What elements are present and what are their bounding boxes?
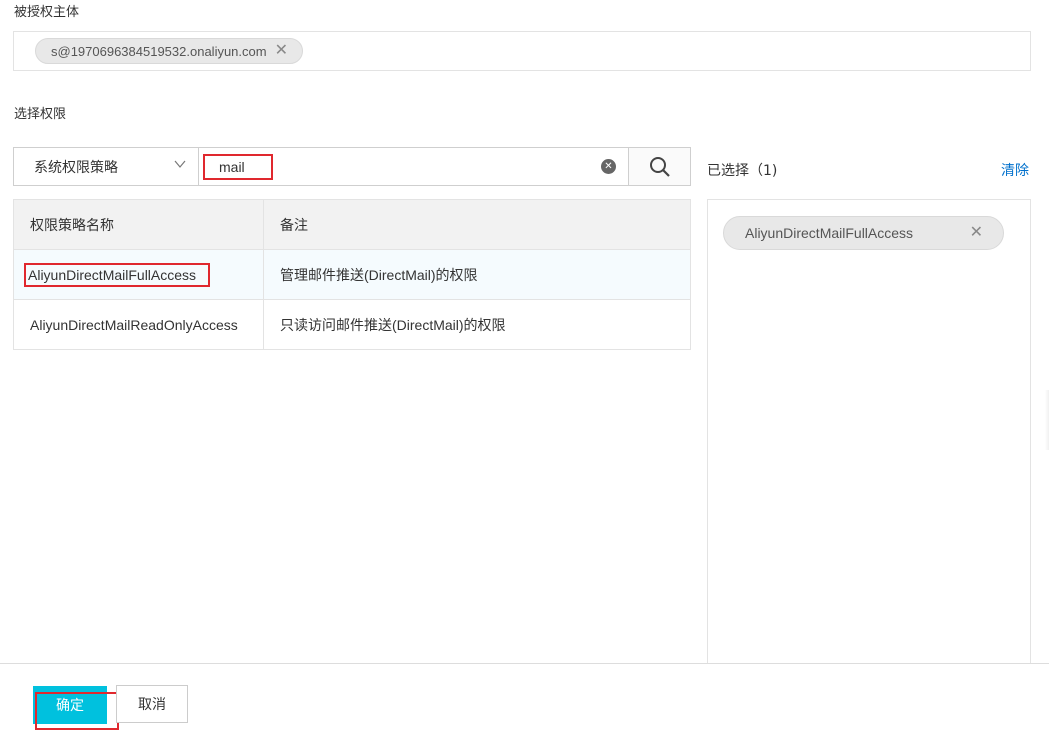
policy-name-cell: AliyunDirectMailFullAccess (13, 249, 264, 300)
confirm-button[interactable]: 确定 (33, 686, 119, 730)
selected-policy-tag: AliyunDirectMailFullAccess ✕ (723, 216, 1004, 250)
policy-type-value: 系统权限策略 (34, 159, 118, 176)
table-row[interactable]: AliyunDirectMailReadOnlyAccess 只读访问邮件推送(… (13, 299, 691, 350)
selected-title: 已选择（1) (707, 163, 778, 179)
policy-note-cell: 管理邮件推送(DirectMail)的权限 (263, 249, 691, 300)
policy-note-cell: 只读访问邮件推送(DirectMail)的权限 (263, 299, 691, 350)
grantee-tag: s@1970696384519532.onaliyun.com ✕ (35, 38, 303, 64)
grantee-field[interactable]: s@1970696384519532.onaliyun.com ✕ (13, 31, 1031, 71)
selected-panel: AliyunDirectMailFullAccess ✕ (707, 199, 1031, 669)
scroll-edge (1045, 390, 1049, 450)
grantee-label: 被授权主体 (14, 5, 80, 20)
policy-type-select[interactable]: 系统权限策略 (14, 148, 199, 185)
table-row[interactable]: AliyunDirectMailFullAccess 管理邮件推送(Direct… (13, 249, 691, 300)
close-icon[interactable]: ✕ (275, 43, 288, 59)
column-header-name: 权限策略名称 (13, 199, 264, 250)
clear-search-icon[interactable]: ✕ (601, 159, 616, 174)
column-header-note: 备注 (263, 199, 691, 250)
clear-all-link[interactable]: 清除 (1001, 160, 1029, 180)
chevron-down-icon (174, 160, 186, 168)
footer: 确定 取消 (0, 663, 1049, 731)
search-input-wrapper: ✕ (199, 148, 628, 185)
cancel-button[interactable]: 取消 (116, 685, 188, 723)
grantee-tag-label: s@1970696384519532.onaliyun.com (51, 43, 267, 59)
table-header-row: 权限策略名称 备注 (13, 199, 691, 250)
search-icon (649, 156, 670, 177)
search-input[interactable] (203, 154, 273, 180)
search-button[interactable] (628, 148, 690, 185)
policy-table: 权限策略名称 备注 AliyunDirectMailFullAccess 管理邮… (13, 199, 691, 350)
policy-name: AliyunDirectMailFullAccess (24, 262, 211, 287)
policy-search-bar: 系统权限策略 ✕ (13, 147, 691, 186)
permission-label: 选择权限 (14, 107, 67, 122)
policy-name-cell: AliyunDirectMailReadOnlyAccess (13, 299, 264, 350)
close-icon[interactable]: ✕ (970, 225, 983, 241)
selected-policy-label: AliyunDirectMailFullAccess (745, 225, 914, 241)
